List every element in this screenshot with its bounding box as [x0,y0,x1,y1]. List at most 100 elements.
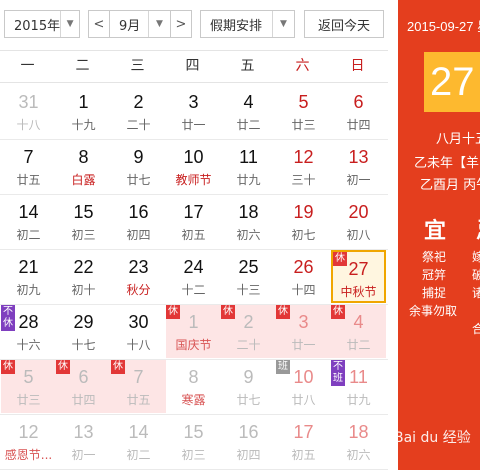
day-number: 8 [188,367,199,387]
calendar-day-cell[interactable]: 16 初四 [111,195,166,248]
day-number: 1 [188,312,199,332]
day-number: 9 [243,367,254,387]
calendar-day-cell[interactable]: 不班 11 廿九 [331,360,386,413]
calendar-day-cell[interactable]: 12 感恩节... [1,415,56,468]
next-month-button[interactable]: > [170,10,192,38]
calendar-day-cell[interactable]: 休 6 廿四 [56,360,111,413]
lunar-label: 初九 [16,283,41,297]
calendar-day-cell[interactable]: 班 10 廿八 [276,360,331,413]
day-number: 2 [133,92,144,112]
day-number: 26 [293,257,314,277]
calendar-day-cell[interactable]: 15 初三 [166,415,221,468]
calendar-day-cell[interactable]: 24 十二 [166,250,221,303]
ji-item: 破 [472,268,480,282]
calendar-day-cell[interactable]: 休 2 二十 [221,305,276,358]
lunar-label: 初二 [126,448,151,462]
ji-item: 诸 [472,286,480,300]
day-number: 7 [133,367,144,387]
calendar-day-cell[interactable]: 20 初八 [331,195,386,248]
lunar-label: 初七 [291,228,316,242]
day-number: 6 [353,92,364,112]
lunar-label: 十六 [16,338,41,352]
month-select[interactable]: 9月 ▼ [109,10,171,38]
calendar-day-cell[interactable]: 休 1 国庆节 [166,305,221,358]
calendar-day-cell[interactable]: 7 廿五 [1,140,56,193]
calendar-day-cell[interactable]: 22 初十 [56,250,111,303]
day-number: 31 [18,92,39,112]
calendar-day-cell[interactable]: 8 寒露 [166,360,221,413]
lunar-label: 廿二 [236,118,261,132]
calendar-day-cell[interactable]: 29 十七 [56,305,111,358]
calendar-day-cell[interactable]: 21 初九 [1,250,56,303]
calendar-day-cell[interactable]: 6 廿四 [331,85,386,138]
lunar-label: 廿三 [291,118,316,132]
calendar-day-cell[interactable]: 18 初六 [221,195,276,248]
lunar-label: 初五 [291,448,316,462]
chevron-left-icon: < [93,16,105,32]
calendar-day-cell[interactable]: 30 十八 [111,305,166,358]
year-select[interactable]: 2015年 ▼ [4,10,80,38]
calendar-day-cell[interactable]: 26 十四 [276,250,331,303]
calendar-day-cell[interactable]: 3 廿一 [166,85,221,138]
calendar-day-cell[interactable]: 14 初二 [1,195,56,248]
calendar-day-cell[interactable]: 10 教师节 [166,140,221,193]
calendar-day-cell[interactable]: 14 初二 [111,415,166,468]
day-number: 3 [298,312,309,332]
calendar-day-cell[interactable]: 不休 28 十六 [1,305,56,358]
day-number: 20 [348,202,369,222]
lunar-label: 初四 [126,228,151,242]
calendar-day-cell[interactable]: 1 十九 [56,85,111,138]
holiday-select-value: 假期安排 [210,18,263,34]
day-number: 21 [18,257,39,277]
day-number: 3 [188,92,199,112]
calendar-day-cell[interactable]: 19 初七 [276,195,331,248]
day-number: 10 [293,367,314,387]
prev-month-button[interactable]: < [88,10,110,38]
weekday-header: 一 二 三 四 五 六 日 [0,50,388,83]
day-number: 27 [348,259,369,279]
calendar-day-cell[interactable]: 休 5 廿三 [1,360,56,413]
calendar-day-cell[interactable]: 25 十三 [221,250,276,303]
day-number: 16 [238,422,259,442]
calendar-day-cell[interactable]: 9 廿七 [111,140,166,193]
day-number: 23 [128,257,149,277]
lunar-label: 廿七 [236,393,261,407]
calendar-day-cell[interactable]: 9 廿七 [221,360,276,413]
holiday-select[interactable]: 假期安排 ▼ [200,10,295,38]
day-number: 30 [128,312,149,332]
day-number: 24 [183,257,204,277]
lunar-label: 二十 [126,118,151,132]
calendar-day-cell[interactable]: 8 白露 [56,140,111,193]
calendar-day-cell[interactable]: 15 初三 [56,195,111,248]
weekday-wed: 三 [130,58,145,74]
calendar-day-cell[interactable]: 17 初五 [166,195,221,248]
baidu-paw-icon [372,428,390,446]
calendar-day-cell[interactable]: 16 初四 [221,415,276,468]
calendar-day-cell[interactable]: 2 二十 [111,85,166,138]
calendar-day-cell[interactable]: 13 初一 [56,415,111,468]
day-number: 4 [353,312,364,332]
calendar-day-cell[interactable]: 23 秋分 [111,250,166,303]
calendar-day-cell[interactable]: 休 4 廿二 [331,305,386,358]
day-number: 6 [78,367,89,387]
calendar-day-cell[interactable]: 4 廿二 [221,85,276,138]
back-to-today-button[interactable]: 返回今天 [304,10,384,38]
chevron-down-icon: ▼ [272,11,294,37]
calendar-toolbar: 2015年 ▼ < 9月 ▼ > 假期安排 ▼ 返回今天 [0,0,388,50]
calendar-day-cell[interactable]: 休 7 廿五 [111,360,166,413]
lunar-label: 二十 [236,338,261,352]
calendar-day-cell[interactable]: 12 三十 [276,140,331,193]
calendar-day-cell[interactable]: 11 廿九 [221,140,276,193]
calendar-day-cell[interactable]: 13 初一 [331,140,386,193]
weekday-mon: 一 [20,58,35,74]
selected-date: 2015-09-27 星 [407,19,480,34]
calendar-day-cell[interactable]: 31 十八 [1,85,56,138]
day-number: 18 [238,202,259,222]
lunar-label: 廿二 [346,338,371,352]
calendar-day-cell[interactable]: 休 3 廿一 [276,305,331,358]
calendar-day-cell[interactable]: 休 27 中秋节 [331,250,386,303]
day-number: 9 [133,147,144,167]
calendar-day-cell[interactable]: 17 初五 [276,415,331,468]
calendar-day-cell[interactable]: 5 廿三 [276,85,331,138]
day-number: 1 [78,92,89,112]
